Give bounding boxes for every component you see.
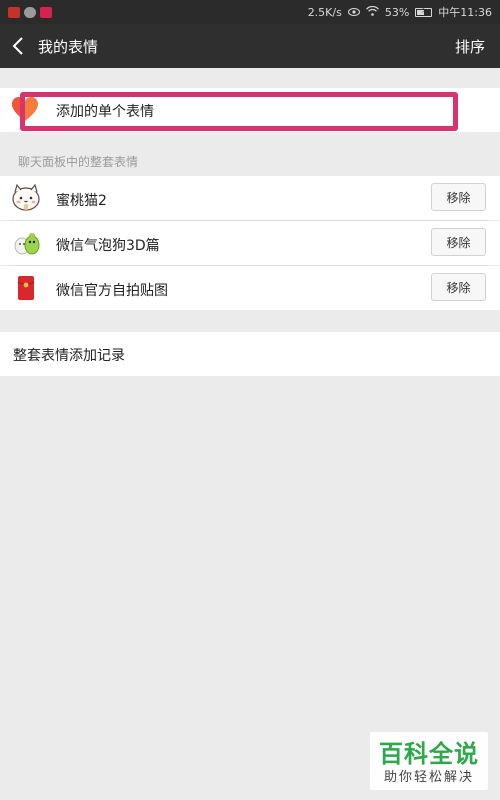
page-title: 我的表情: [38, 37, 99, 56]
status-app-icons: [8, 6, 52, 18]
back-button[interactable]: [0, 24, 36, 68]
chevron-left-icon: [12, 37, 23, 55]
clock: 中午11:36: [438, 6, 492, 19]
wechat-icon: [24, 6, 36, 18]
remove-button[interactable]: 移除: [431, 273, 486, 301]
add-history-label: 整套表情添加记录: [13, 348, 125, 364]
sort-button[interactable]: 排序: [455, 36, 485, 57]
pack-row[interactable]: 微信气泡狗3D篇 移除: [0, 221, 500, 265]
title-bar: 我的表情 排序: [0, 24, 500, 68]
remove-button[interactable]: 移除: [431, 183, 486, 211]
pack-row[interactable]: 蜜桃猫2 移除: [0, 176, 500, 220]
red-envelope-icon: [10, 272, 42, 304]
battery-icon: ⚡: [415, 5, 433, 17]
remove-button[interactable]: 移除: [431, 228, 486, 256]
wifi-icon: [365, 5, 379, 19]
pack-name: 蜜桃猫2: [56, 193, 107, 209]
pack-name: 微信官方自拍贴图: [56, 283, 168, 299]
watermark-subtitle: 助你轻松解决: [383, 770, 474, 785]
eye-icon: [347, 6, 360, 19]
network-speed: 2.5K/s: [307, 5, 342, 19]
red-app-icon: [8, 6, 20, 18]
pack-row[interactable]: 微信官方自拍贴图 移除: [0, 266, 500, 310]
promo-app-icon: [40, 6, 52, 18]
watermark-title: 百科全说: [379, 740, 479, 768]
add-history-row[interactable]: 整套表情添加记录: [0, 332, 500, 376]
bubble-dog-icon: [10, 227, 42, 259]
battery-percent: 53%: [384, 5, 410, 19]
highlight-frame: [20, 92, 458, 131]
pack-name: 微信气泡狗3D篇: [56, 238, 160, 254]
status-bar: 2.5K/s 53% ⚡ 中午11:36: [0, 0, 500, 24]
peach-cat-icon: [10, 182, 42, 214]
watermark: 百科全说 助你轻松解决: [370, 732, 488, 790]
packs-section-label: 聊天面板中的整套表情: [18, 155, 139, 169]
charging-bolt-icon: ⚡: [420, 5, 427, 16]
